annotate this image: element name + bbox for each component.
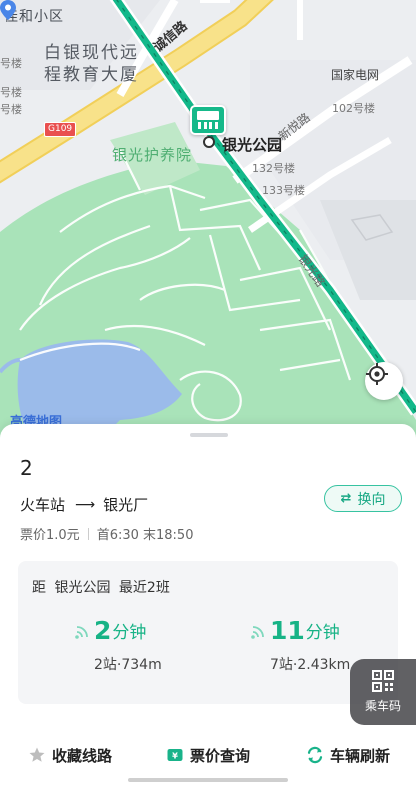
map-label-building: 号楼 <box>0 86 22 99</box>
home-indicator <box>128 778 288 782</box>
star-icon <box>29 747 45 762</box>
route-badge-g109: G109 <box>44 122 77 137</box>
realtime-signal-icon <box>251 626 264 639</box>
map-label-school: 白银现代远程教育大厦 <box>44 43 139 85</box>
to-station: 银光厂 <box>103 496 149 514</box>
map-label-building: 号楼 <box>0 57 22 70</box>
fare-query-button[interactable]: ¥ 票价查询 <box>166 745 250 766</box>
map-label-b102: 102号楼 <box>332 102 375 115</box>
svg-text:¥: ¥ <box>172 750 178 760</box>
line-number: 2 <box>20 456 33 480</box>
from-station: 火车站 <box>20 496 66 514</box>
stop-dot-icon <box>203 136 215 148</box>
arrival-header: 距 银光公园 最近2班 <box>32 577 170 597</box>
bus-arrival-1[interactable]: 2 分钟 2站·734m <box>74 617 244 674</box>
qr-code-icon <box>372 670 394 692</box>
arrival-count: 最近2班 <box>118 580 170 596</box>
arrival-stop-name: 银光公园 <box>54 580 111 596</box>
arrival-minutes: 2 <box>94 616 112 645</box>
map-view[interactable]: 佳和小区 白银现代远程教育大厦 号楼 号楼 号楼 G109 诚信路 新悦路 银光… <box>0 0 416 440</box>
switch-direction-button[interactable]: ⇄ 换向 <box>324 485 402 512</box>
line-detail-sheet: 2 火车站 ⟶ 银光厂 ⇄ 换向 票价1.0元 首6:30 末18:50 距 银… <box>0 424 416 787</box>
arrival-unit: 分钟 <box>112 623 147 643</box>
map-label-b132: 132号楼 <box>252 162 295 175</box>
ticket-icon: ¥ <box>167 749 183 761</box>
map-label-nursing: 银光护养院 <box>112 146 193 164</box>
refresh-vehicles-button[interactable]: 车辆刷新 <box>306 745 390 766</box>
favorite-line-label: 收藏线路 <box>52 746 113 765</box>
arrival-unit: 分钟 <box>305 623 340 643</box>
sheet-drag-handle[interactable] <box>190 433 228 437</box>
ride-code-button[interactable]: 乘车码 <box>350 659 416 725</box>
stop-name-label: 银光公园 <box>222 136 283 154</box>
fare-text: 票价1.0元 <box>20 528 80 543</box>
crosshair-icon <box>366 363 388 385</box>
favorite-line-button[interactable]: 收藏线路 <box>28 745 112 766</box>
action-bar: 收藏线路 ¥ 票价查询 车辆刷新 <box>0 734 416 776</box>
service-hours: 首6:30 末18:50 <box>96 528 194 543</box>
divider <box>87 527 89 540</box>
switch-direction-label: 换向 <box>357 491 386 508</box>
map-label-grid: 国家电网 <box>331 68 380 82</box>
arrival-minutes: 11 <box>270 616 305 645</box>
refresh-vehicles-label: 车辆刷新 <box>330 746 391 765</box>
bus-stop-marker-icon[interactable] <box>190 105 226 135</box>
location-pin-icon <box>0 0 16 20</box>
direction-arrow-icon: ⟶ <box>75 496 96 513</box>
refresh-icon <box>307 746 323 764</box>
fare-query-label: 票价查询 <box>190 746 251 765</box>
locate-button[interactable] <box>365 362 403 400</box>
ride-code-label: 乘车码 <box>364 699 401 713</box>
map-label-building: 号楼 <box>0 103 22 116</box>
line-direction: 火车站 ⟶ 银光厂 <box>20 494 148 515</box>
fare-info: 票价1.0元 首6:30 末18:50 <box>20 524 193 543</box>
realtime-signal-icon <box>75 626 88 639</box>
swap-arrows-icon: ⇄ <box>340 491 352 506</box>
arrival-detail: 2站·734m <box>94 657 162 673</box>
arrival-prefix: 距 <box>32 580 46 596</box>
map-label-b133: 133号楼 <box>262 184 305 197</box>
arrival-card: 距 银光公园 最近2班 2 分钟 2站·734m 11 分钟 7站·2.43km <box>18 561 398 704</box>
